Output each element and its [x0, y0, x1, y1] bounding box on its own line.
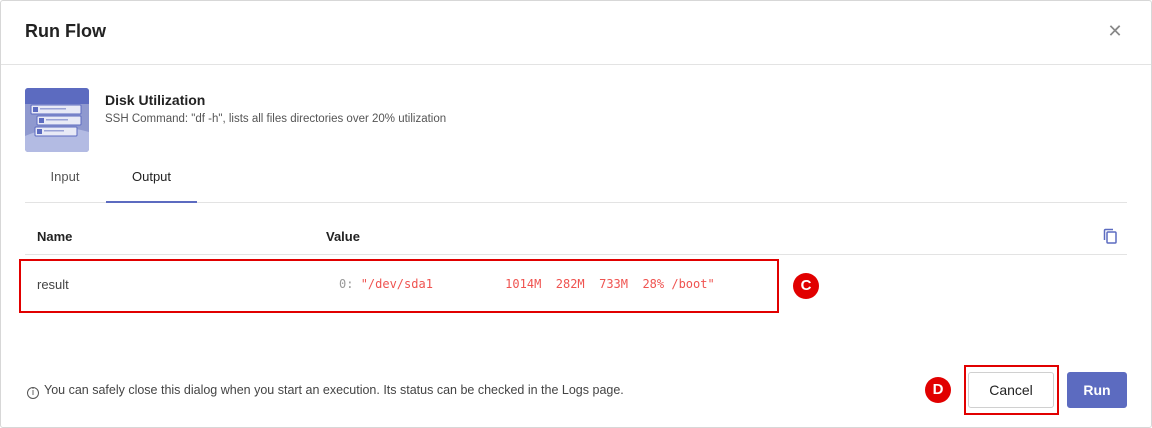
flow-thumbnail-icon: [25, 88, 89, 152]
highlight-box-c: [19, 259, 779, 313]
tab-input[interactable]: Input: [33, 161, 97, 203]
dialog-header: Run Flow ✕: [1, 1, 1151, 65]
table-header: Name Value: [25, 219, 1127, 255]
footer-note: i You can safely close this dialog when y…: [27, 383, 624, 399]
flow-name: Disk Utilization: [105, 92, 206, 108]
column-header-value: Value: [326, 229, 360, 244]
footer-note-text: You can safely close this dialog when yo…: [44, 383, 624, 397]
info-icon: i: [27, 387, 39, 399]
tab-bar: Input Output: [25, 161, 1127, 203]
run-button[interactable]: Run: [1067, 372, 1127, 408]
close-icon[interactable]: ✕: [1105, 21, 1125, 41]
highlight-box-d: [964, 365, 1059, 415]
copy-icon[interactable]: [1101, 227, 1119, 245]
run-flow-dialog: Run Flow ✕ Disk Utilization SSH Command:…: [0, 0, 1152, 428]
annotation-marker-d: D: [925, 377, 951, 403]
annotation-marker-c: C: [793, 273, 819, 299]
dialog-title: Run Flow: [25, 21, 106, 41]
column-header-name: Name: [37, 229, 73, 244]
flow-description: SSH Command: "df -h", lists all files di…: [105, 113, 447, 125]
tab-output[interactable]: Output: [106, 161, 197, 203]
